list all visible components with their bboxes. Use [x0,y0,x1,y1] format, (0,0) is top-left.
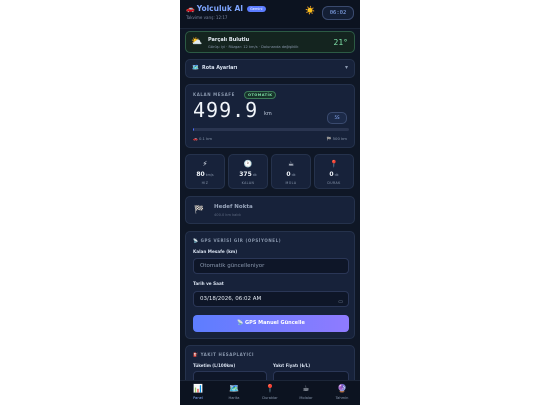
nav-item-map[interactable]: 🗺️ Harita [216,381,252,405]
remaining-distance-card: KALAN MESAFE OTOMATİK 499.9 km 5S 🚗 0.1 … [185,84,355,148]
app-title: Yolculuk AI [196,4,244,13]
stat-label: KALAN [241,181,255,185]
pin-icon: 📍 [265,384,275,393]
stat-unit: dk [252,173,257,177]
coffee-icon: ☕ [302,384,310,393]
stat-number: 0 [329,171,334,178]
traveled-distance: 🚗 0.1 km [193,136,213,141]
stat-unit: dk [291,173,296,177]
destination-subtitle: 400.0 km kaldı [214,213,241,217]
stat-number: 80 [196,171,205,178]
fuel-price-label: Yakıt Fiyatı (₺/L) [273,363,311,368]
destination-title: Hedef Nokta [214,204,253,210]
speak-button[interactable]: 5S [327,112,347,124]
lightning-icon: ⚡ [202,160,208,168]
traveled-value: 0.1 km [198,136,213,141]
gps-input-card: 📡 GPS VERİSİ GİR (OPSİYONEL) Kalan Mesaf… [185,231,355,339]
distance-unit: km [264,111,272,117]
stat-stop: 📍 0dk DURAK [314,154,354,189]
datetime-value: 03/18/2026, 06:02 AM [200,296,262,302]
map-icon: 🗺️ [192,65,199,71]
route-settings-label: Rota Ayarları [202,66,238,71]
car-icon: 🚗 [186,4,195,13]
app-header: 🚗 Yolculuk AI Gemini Takvime varış: 12:1… [180,0,360,29]
chevron-down-icon: ▾ [344,64,348,71]
destination-card: 🏁 Hedef Nokta 400.0 km kaldı [185,196,355,224]
stat-label: HIZ [201,181,209,185]
weather-card: ⛅ Parçalı Bulutlu Görüş: iyi · Rüzgar: 1… [185,31,355,53]
stat-value: 375dk [229,171,267,178]
distance-field-label: Kalan Mesafe (km) [193,249,238,254]
bottom-nav: 📊 Panel 🗺️ Harita 📍 Duraklar ☕ Molalar 🔮… [180,380,360,405]
nav-item-stops[interactable]: 📍 Duraklar [252,381,288,405]
stat-speed: ⚡ 80km/s HIZ [185,154,225,189]
route-settings-toggle[interactable]: 🗺️ Rota Ayarları ▾ [185,59,355,78]
stat-value: 0dk [315,171,353,178]
stat-value: 0dk [272,171,310,178]
distance-input[interactable]: Otomatik güncelleniyor [193,258,349,274]
model-badge: Gemini [247,5,266,12]
stat-value: 80km/s [186,171,224,178]
pin-icon: 📍 [329,160,339,168]
flag-icon: 🏁 [194,205,204,214]
map-icon: 🗺️ [229,384,239,393]
temperature: 21° [333,38,348,47]
brand: 🚗 Yolculuk AI Gemini [186,4,266,13]
weather-title: Parçalı Bulutlu [208,37,250,43]
nav-label: Panel [193,396,203,400]
distance-value: 499.9 [193,98,259,122]
arrival-subtitle: Takvime varış: 12:17 [186,15,228,20]
calendar-icon[interactable]: ▭ [338,295,343,309]
stat-break: ☕ 0dk MOLA [271,154,311,189]
crystal-ball-icon: 🔮 [337,384,347,393]
stat-unit: dk [334,173,339,177]
weather-detail: Görüş: iyi · Rüzgar: 12 km/s · Dolunanda… [208,45,299,49]
datetime-field-label: Tarih ve Saat [193,281,224,286]
gps-update-button[interactable]: 📡 GPS Manuel Güncelle [193,315,349,332]
partly-cloudy-icon: ⛅ [191,37,203,47]
nav-item-breaks[interactable]: ☕ Molalar [288,381,324,405]
stat-number: 0 [286,171,291,178]
clock-icon: 🕐 [243,160,253,168]
stat-number: 375 [239,171,252,178]
nav-label: Tahmin [335,396,349,400]
gps-header: 📡 GPS VERİSİ GİR (OPSİYONEL) [193,238,282,243]
nav-item-forecast[interactable]: 🔮 Tahmin [324,381,360,405]
distance-progress-bar [193,128,349,131]
stat-remaining: 🕐 375dk KALAN [228,154,268,189]
nav-label: Molalar [299,396,313,400]
fuel-header: ⛽ YAKIT HESAPLAYICI [193,352,255,357]
consumption-label: Tüketim (L/100km) [193,363,236,368]
app-panel: 🚗 Yolculuk AI Gemini Takvime varış: 12:1… [180,0,360,405]
stat-label: MOLA [285,181,297,185]
total-value: 500 km [332,136,347,141]
datetime-input[interactable]: 03/18/2026, 06:02 AM ▭ [193,291,349,307]
sun-icon: ☀️ [305,6,315,15]
nav-label: Duraklar [262,396,278,400]
nav-label: Harita [228,396,240,400]
distance-label: KALAN MESAFE [193,92,235,97]
coffee-icon: ☕ [287,160,295,168]
nav-item-panel[interactable]: 📊 Panel [180,381,216,405]
stat-label: DURAK [327,181,341,185]
clock-display: 06:02 [322,6,354,20]
chart-icon: 📊 [193,384,203,393]
stat-unit: km/s [205,173,214,177]
total-distance: 🏁 500 km [326,136,347,141]
